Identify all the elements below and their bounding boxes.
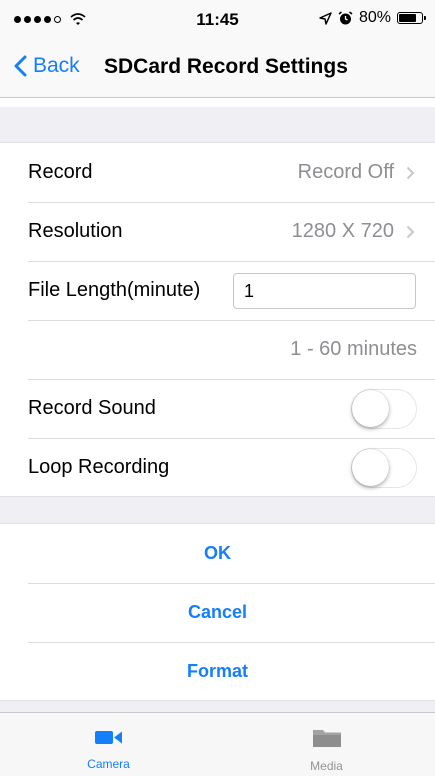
record-sound-row: Record Sound bbox=[0, 379, 435, 438]
resolution-row[interactable]: Resolution 1280 X 720 bbox=[0, 202, 435, 261]
record-label: Record bbox=[28, 161, 93, 183]
toggle-knob bbox=[352, 448, 389, 486]
tab-media-label: Media bbox=[310, 759, 343, 773]
file-length-input[interactable] bbox=[233, 273, 416, 309]
tab-camera-label: Camera bbox=[87, 757, 130, 771]
header-spacer bbox=[0, 98, 435, 107]
alarm-icon bbox=[338, 10, 353, 24]
resolution-value: 1280 X 720 bbox=[291, 220, 394, 242]
location-icon bbox=[319, 11, 332, 25]
battery-icon bbox=[397, 12, 426, 24]
file-length-row: File Length(minute) bbox=[0, 261, 435, 320]
record-sound-toggle[interactable] bbox=[351, 388, 417, 429]
video-camera-icon bbox=[94, 731, 122, 744]
chevron-right-icon bbox=[406, 166, 415, 179]
ok-label: OK bbox=[204, 543, 231, 563]
tab-camera[interactable]: Camera bbox=[0, 713, 217, 776]
loop-recording-row: Loop Recording bbox=[0, 438, 435, 497]
format-button[interactable]: Format bbox=[0, 642, 435, 701]
loop-recording-label: Loop Recording bbox=[28, 456, 170, 478]
file-length-label: File Length(minute) bbox=[28, 279, 201, 301]
back-button[interactable]: Back bbox=[14, 54, 80, 78]
resolution-label: Resolution bbox=[28, 220, 123, 242]
folder-icon bbox=[312, 730, 341, 747]
settings-group: Record Record Off Resolution 1280 X 720 … bbox=[0, 142, 435, 497]
record-value: Record Off bbox=[297, 161, 394, 183]
record-row[interactable]: Record Record Off bbox=[0, 143, 435, 202]
loop-recording-toggle[interactable] bbox=[351, 447, 417, 488]
chevron-right-icon bbox=[406, 225, 415, 238]
actions-group: OK Cancel Format bbox=[0, 523, 435, 701]
cancel-button[interactable]: Cancel bbox=[0, 583, 435, 642]
page-title: SDCard Record Settings bbox=[104, 55, 348, 78]
record-sound-label: Record Sound bbox=[28, 397, 156, 419]
format-label: Format bbox=[186, 661, 248, 681]
tab-media[interactable]: Media bbox=[218, 713, 435, 776]
file-length-hint: 1 - 60 minutes bbox=[290, 338, 417, 360]
back-label: Back bbox=[33, 54, 80, 77]
file-length-hint-row: 1 - 60 minutes bbox=[0, 320, 435, 379]
battery-percent: 80% bbox=[358, 9, 391, 26]
ok-button[interactable]: OK bbox=[0, 524, 435, 583]
cancel-label: Cancel bbox=[187, 602, 248, 622]
tab-bar: Camera Media bbox=[0, 712, 435, 776]
navigation-bar: Back SDCard Record Settings bbox=[0, 40, 435, 98]
status-bar: 11:45 80% bbox=[0, 0, 435, 40]
chevron-left-icon bbox=[14, 55, 27, 77]
toggle-knob bbox=[352, 389, 389, 427]
